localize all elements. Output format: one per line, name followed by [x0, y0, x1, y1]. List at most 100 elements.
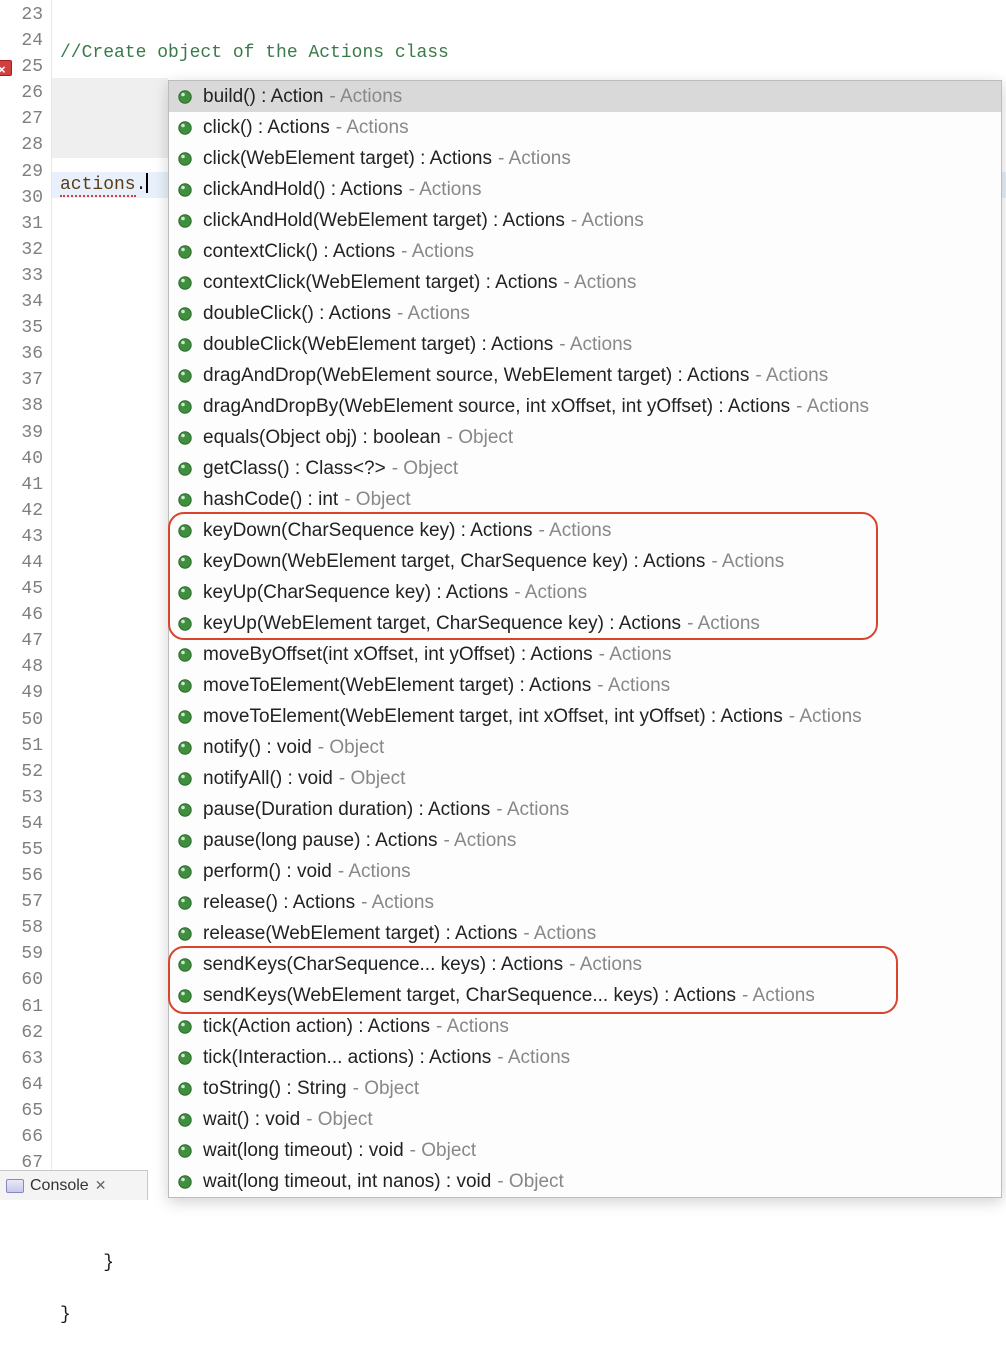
- method-icon: [177, 926, 193, 942]
- line-number: 31: [0, 211, 51, 237]
- method-icon: [177, 120, 193, 136]
- method-icon: [177, 1050, 193, 1066]
- autocomplete-item[interactable]: perform() : void - Actions: [169, 856, 1001, 887]
- method-signature: pause(long pause) : Actions: [203, 830, 438, 852]
- autocomplete-item[interactable]: doubleClick(WebElement target) : Actions…: [169, 329, 1001, 360]
- method-declaring-class: - Actions: [789, 706, 862, 728]
- method-declaring-class: - Actions: [397, 303, 470, 325]
- autocomplete-item[interactable]: clickAndHold(WebElement target) : Action…: [169, 205, 1001, 236]
- autocomplete-item[interactable]: tick(Action action) : Actions - Actions: [169, 1011, 1001, 1042]
- method-signature: moveByOffset(int xOffset, int yOffset) :…: [203, 644, 593, 666]
- method-declaring-class: - Actions: [599, 644, 672, 666]
- autocomplete-item[interactable]: keyDown(CharSequence key) : Actions - Ac…: [169, 515, 1001, 546]
- line-number: 39: [0, 420, 51, 446]
- method-icon: [177, 244, 193, 260]
- method-signature: dragAndDropBy(WebElement source, int xOf…: [203, 396, 790, 418]
- method-declaring-class: - Actions: [755, 365, 828, 387]
- line-number: 63: [0, 1046, 51, 1072]
- method-signature: keyDown(WebElement target, CharSequence …: [203, 551, 705, 573]
- method-signature: moveToElement(WebElement target, int xOf…: [203, 706, 783, 728]
- method-declaring-class: - Object: [410, 1140, 477, 1162]
- line-number: 61: [0, 994, 51, 1020]
- autocomplete-item[interactable]: wait(long timeout) : void - Object: [169, 1135, 1001, 1166]
- autocomplete-item[interactable]: moveByOffset(int xOffset, int yOffset) :…: [169, 639, 1001, 670]
- autocomplete-item[interactable]: keyUp(WebElement target, CharSequence ke…: [169, 608, 1001, 639]
- autocomplete-item[interactable]: dragAndDropBy(WebElement source, int xOf…: [169, 391, 1001, 422]
- method-icon: [177, 213, 193, 229]
- method-declaring-class: - Actions: [329, 86, 402, 108]
- close-icon[interactable]: ✕: [95, 1177, 107, 1194]
- line-number: 33: [0, 263, 51, 289]
- autocomplete-item[interactable]: wait() : void - Object: [169, 1104, 1001, 1135]
- autocomplete-item[interactable]: equals(Object obj) : boolean - Object: [169, 422, 1001, 453]
- method-icon: [177, 1081, 193, 1097]
- method-signature: dragAndDrop(WebElement source, WebElemen…: [203, 365, 749, 387]
- autocomplete-item[interactable]: release(WebElement target) : Actions - A…: [169, 918, 1001, 949]
- autocomplete-item[interactable]: sendKeys(WebElement target, CharSequence…: [169, 980, 1001, 1011]
- method-icon: [177, 430, 193, 446]
- method-signature: moveToElement(WebElement target) : Actio…: [203, 675, 591, 697]
- autocomplete-item[interactable]: release() : Actions - Actions: [169, 887, 1001, 918]
- autocomplete-item[interactable]: getClass() : Class<?> - Object: [169, 453, 1001, 484]
- line-number: 24: [0, 28, 51, 54]
- method-icon: [177, 585, 193, 601]
- line-number: 45: [0, 576, 51, 602]
- autocomplete-item[interactable]: dragAndDrop(WebElement source, WebElemen…: [169, 360, 1001, 391]
- console-icon: [6, 1179, 24, 1193]
- method-icon: [177, 492, 193, 508]
- autocomplete-item[interactable]: tick(Interaction... actions) : Actions -…: [169, 1042, 1001, 1073]
- method-declaring-class: - Actions: [496, 799, 569, 821]
- autocomplete-item[interactable]: keyUp(CharSequence key) : Actions - Acti…: [169, 577, 1001, 608]
- autocomplete-item[interactable]: contextClick() : Actions - Actions: [169, 236, 1001, 267]
- autocomplete-item[interactable]: doubleClick() : Actions - Actions: [169, 298, 1001, 329]
- code-line: }: [52, 1250, 1006, 1276]
- method-icon: [177, 771, 193, 787]
- line-number: 26: [0, 80, 51, 106]
- line-number: 52: [0, 759, 51, 785]
- code-line: [52, 1328, 1006, 1354]
- method-icon: [177, 647, 193, 663]
- method-signature: hashCode() : int: [203, 489, 338, 511]
- method-declaring-class: - Actions: [571, 210, 644, 232]
- method-icon: [177, 864, 193, 880]
- line-number: 41: [0, 472, 51, 498]
- autocomplete-item[interactable]: wait(long timeout, int nanos) : void - O…: [169, 1166, 1001, 1197]
- line-number: 34: [0, 289, 51, 315]
- autocomplete-item[interactable]: pause(long pause) : Actions - Actions: [169, 825, 1001, 856]
- autocomplete-item[interactable]: sendKeys(CharSequence... keys) : Actions…: [169, 949, 1001, 980]
- code-line: //Create object of the Actions class: [52, 40, 1006, 66]
- method-declaring-class: - Actions: [514, 582, 587, 604]
- line-number: 23: [0, 2, 51, 28]
- method-icon: [177, 895, 193, 911]
- autocomplete-item[interactable]: build() : Action - Actions: [169, 81, 1001, 112]
- line-number: 32: [0, 237, 51, 263]
- line-number: 43: [0, 524, 51, 550]
- method-icon: [177, 1112, 193, 1128]
- method-declaring-class: - Actions: [796, 396, 869, 418]
- line-number: 37: [0, 367, 51, 393]
- autocomplete-item[interactable]: moveToElement(WebElement target) : Actio…: [169, 670, 1001, 701]
- method-declaring-class: - Actions: [539, 520, 612, 542]
- autocomplete-item[interactable]: pause(Duration duration) : Actions - Act…: [169, 794, 1001, 825]
- autocomplete-item[interactable]: keyDown(WebElement target, CharSequence …: [169, 546, 1001, 577]
- autocomplete-item[interactable]: clickAndHold() : Actions - Actions: [169, 174, 1001, 205]
- line-number: 57: [0, 889, 51, 915]
- autocomplete-item[interactable]: click(WebElement target) : Actions - Act…: [169, 143, 1001, 174]
- autocomplete-item[interactable]: moveToElement(WebElement target, int xOf…: [169, 701, 1001, 732]
- autocomplete-item[interactable]: click() : Actions - Actions: [169, 112, 1001, 143]
- autocomplete-item[interactable]: toString() : String - Object: [169, 1073, 1001, 1104]
- autocomplete-item[interactable]: contextClick(WebElement target) : Action…: [169, 267, 1001, 298]
- method-signature: pause(Duration duration) : Actions: [203, 799, 490, 821]
- method-icon: [177, 988, 193, 1004]
- autocomplete-popup[interactable]: build() : Action - Actionsclick() : Acti…: [168, 80, 1002, 1198]
- line-number: 65: [0, 1098, 51, 1124]
- method-icon: [177, 802, 193, 818]
- method-declaring-class: - Actions: [338, 861, 411, 883]
- method-icon: [177, 957, 193, 973]
- line-number-gutter: 2324252627282930313233343536373839404142…: [0, 0, 52, 1200]
- autocomplete-item[interactable]: notify() : void - Object: [169, 732, 1001, 763]
- console-tab[interactable]: Console ✕: [0, 1170, 148, 1200]
- method-declaring-class: - Actions: [409, 179, 482, 201]
- autocomplete-item[interactable]: hashCode() : int - Object: [169, 484, 1001, 515]
- autocomplete-item[interactable]: notifyAll() : void - Object: [169, 763, 1001, 794]
